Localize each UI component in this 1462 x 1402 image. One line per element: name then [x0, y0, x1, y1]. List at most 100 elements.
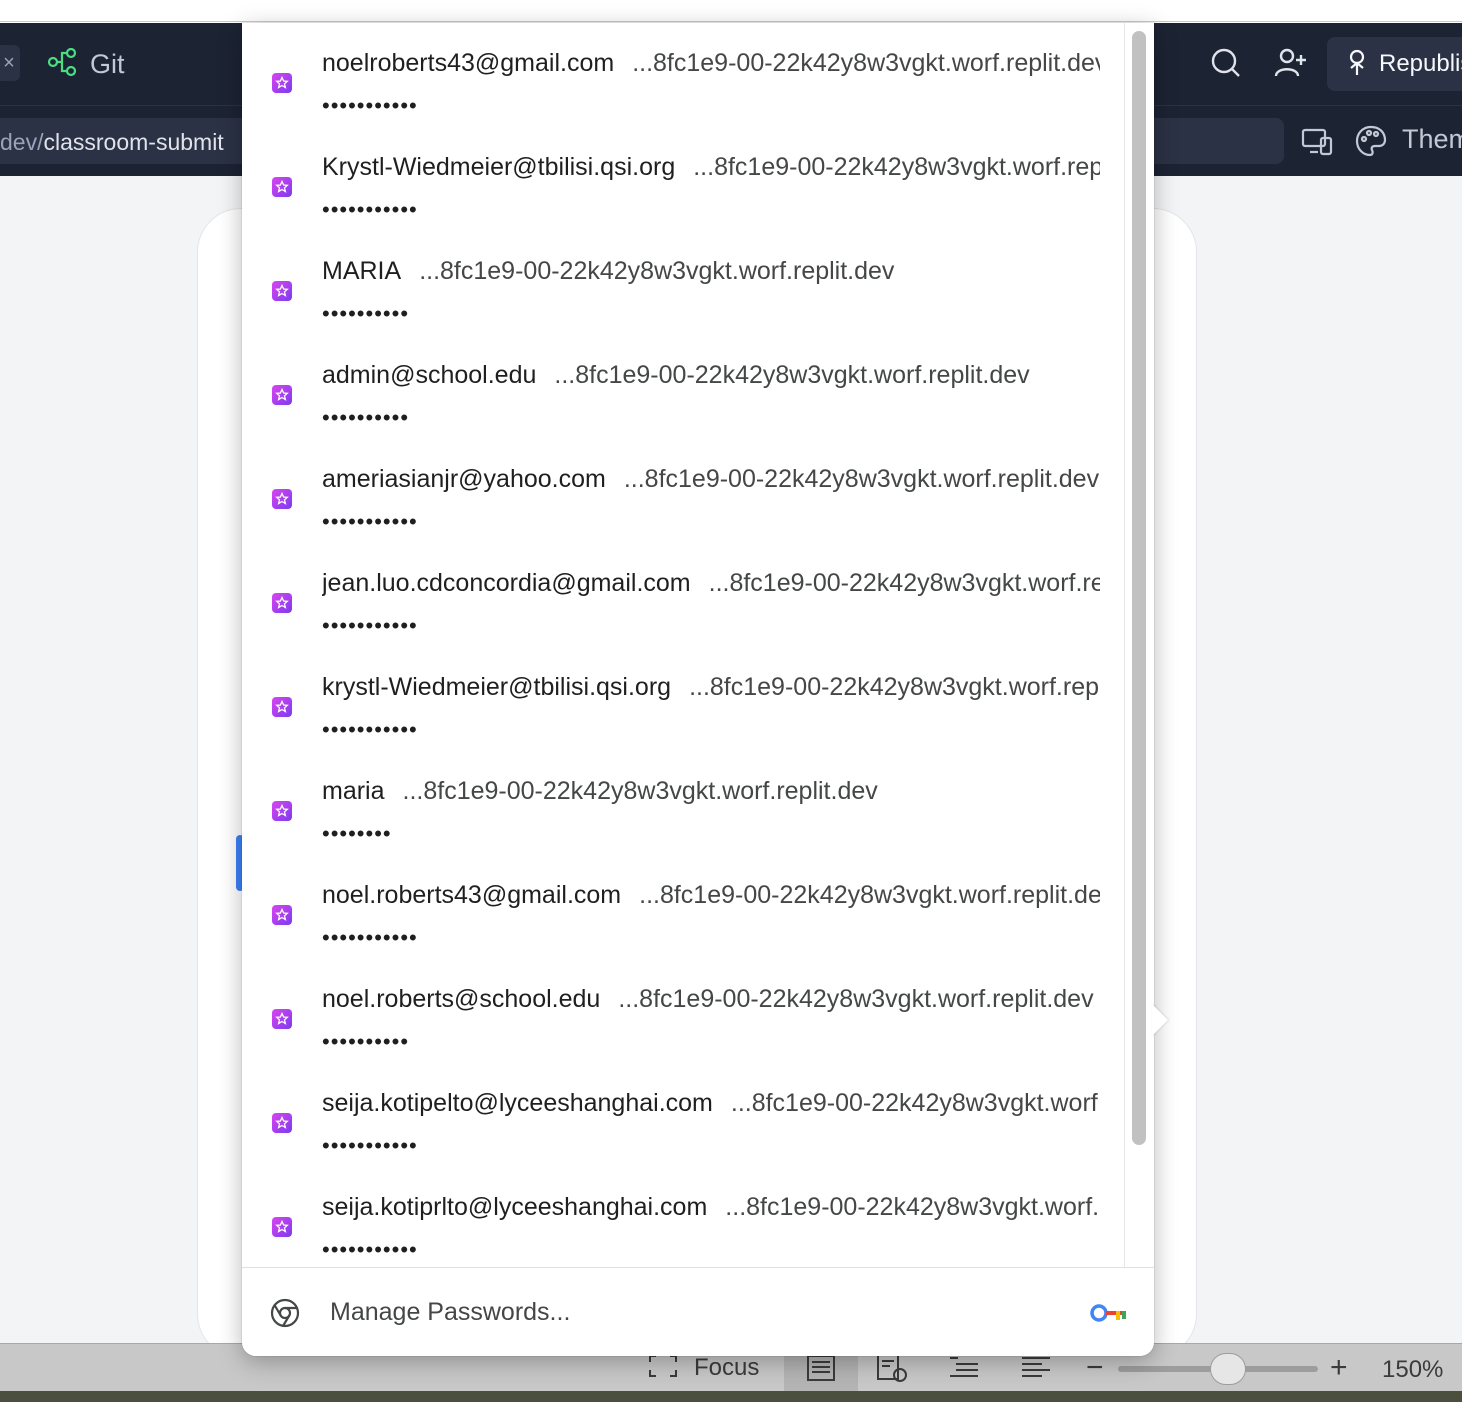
zoom-slider-thumb[interactable] — [1210, 1353, 1246, 1385]
saved-password-entry[interactable]: noelroberts43@gmail.com ...8fc1e9-00-22k4… — [242, 23, 1124, 127]
entry-password-mask: •••••••••• — [322, 405, 410, 430]
saved-password-entry[interactable]: maria ...8fc1e9-00-22k42y8w3vgkt.worf.rep… — [242, 751, 1124, 855]
entry-username: Krystl-Wiedmeier@tbilisi.qsi.org — [322, 153, 676, 181]
entry-username: ameriasianjr@yahoo.com — [322, 465, 606, 493]
chrome-icon — [270, 1298, 300, 1328]
entry-site: ...8fc1e9-00-22k42y8w3vgkt.worf.replit.d… — [632, 49, 1100, 77]
draft-icon[interactable] — [1020, 1352, 1052, 1384]
password-key-icon — [1090, 1302, 1130, 1324]
entry-credential-line: seija.kotiprlto@lyceeshanghai.com ...8fc1… — [322, 1191, 1100, 1223]
entry-password-mask: •••••••••• — [322, 1029, 410, 1054]
saved-password-entry[interactable]: seija.kotipelto@lyceeshanghai.com ...8fc1… — [242, 1063, 1124, 1167]
republish-icon — [1345, 48, 1369, 81]
manage-passwords-row[interactable]: Manage Passwords... — [242, 1267, 1154, 1356]
entry-password-mask: ••••••••••• — [322, 93, 418, 118]
top-window-strip — [0, 0, 1462, 22]
entry-credential-line: krystl-Wiedmeier@tbilisi.qsi.org ...8fc1e… — [322, 671, 1100, 703]
devtools-icon[interactable] — [1300, 124, 1334, 158]
entry-username: admin@school.edu — [322, 361, 537, 389]
entry-site: ...8fc1e9-00-22k42y8w3vgkt.worf.replit.d… — [639, 881, 1100, 909]
entry-site: ...8fc1e9-00-22k42y8w3vgkt.worf.replit.d… — [402, 777, 878, 805]
saved-password-entry[interactable]: ameriasianjr@yahoo.com ...8fc1e9-00-22k42… — [242, 439, 1124, 543]
entry-username: noelroberts43@gmail.com — [322, 49, 615, 77]
saved-password-entry[interactable]: krystl-Wiedmeier@tbilisi.qsi.org ...8fc1e… — [242, 647, 1124, 751]
git-branch-icon — [46, 46, 78, 83]
saved-password-entry[interactable]: admin@school.edu ...8fc1e9-00-22k42y8w3vg… — [242, 335, 1124, 439]
zoom-in-button[interactable]: + — [1330, 1351, 1348, 1384]
saved-password-icon — [272, 801, 292, 821]
entry-password-mask: ••••••••••• — [322, 509, 418, 534]
theme-palette-icon[interactable] — [1354, 124, 1388, 158]
saved-password-list: noelroberts43@gmail.com ...8fc1e9-00-22k4… — [242, 23, 1124, 1267]
dropdown-scrollbar-thumb[interactable] — [1132, 31, 1146, 1145]
focus-button[interactable]: Focus — [648, 1352, 759, 1384]
saved-password-entry[interactable]: MARIA ...8fc1e9-00-22k42y8w3vgkt.worf.rep… — [242, 231, 1124, 335]
entry-credential-line: jean.luo.cdconcordia@gmail.com ...8fc1e9-… — [322, 567, 1100, 599]
entry-site: ...8fc1e9-00-22k42y8w3vgkt.worf.replit.d… — [693, 153, 1100, 181]
entry-password-mask: ••••••••••• — [322, 925, 418, 950]
entry-credential-line: noel.roberts43@gmail.com ...8fc1e9-00-22k… — [322, 879, 1100, 911]
web-layout-icon[interactable] — [876, 1352, 908, 1384]
entry-username: maria — [322, 777, 385, 805]
entry-credential-line: MARIA ...8fc1e9-00-22k42y8w3vgkt.worf.rep… — [322, 255, 1100, 287]
republish-button[interactable]: Republish — [1327, 37, 1462, 91]
git-tab-label: Git — [90, 48, 125, 79]
entry-password-mask: ••••••••••• — [322, 197, 418, 222]
entry-site: ...8fc1e9-00-22k42y8w3vgkt.worf.replit.d… — [708, 569, 1100, 597]
saved-password-entry[interactable]: seija.kotiprlto@lyceeshanghai.com ...8fc1… — [242, 1167, 1124, 1267]
entry-credential-line: ameriasianjr@yahoo.com ...8fc1e9-00-22k42… — [322, 463, 1100, 495]
entry-password-mask: •••••••• — [322, 821, 392, 846]
entry-password-mask: ••••••••••• — [322, 1133, 418, 1158]
saved-password-entry[interactable]: Krystl-Wiedmeier@tbilisi.qsi.org ...8fc1e… — [242, 127, 1124, 231]
entry-password-mask: ••••••••••• — [322, 1237, 418, 1262]
entry-username: jean.luo.cdconcordia@gmail.com — [322, 569, 691, 597]
saved-password-icon — [272, 1113, 292, 1133]
search-icon[interactable] — [1208, 45, 1244, 81]
entry-site: ...8fc1e9-00-22k42y8w3vgkt.worf.replit.d… — [554, 361, 1030, 389]
saved-password-icon — [272, 593, 292, 613]
zoom-level-label[interactable]: 150% — [1382, 1356, 1443, 1384]
theme-button-label[interactable]: Theme — [1402, 124, 1462, 155]
entry-password-mask: •••••••••• — [322, 301, 410, 326]
outline-icon[interactable] — [948, 1352, 980, 1384]
entry-site: ...8fc1e9-00-22k42y8w3vgkt.worf.replit.d… — [618, 985, 1094, 1013]
saved-password-icon — [272, 73, 292, 93]
entry-username: seija.kotipelto@lyceeshanghai.com — [322, 1089, 713, 1117]
entry-site: ...8fc1e9-00-22k42y8w3vgkt.worf.replit.d… — [419, 257, 895, 285]
saved-password-entry[interactable]: jean.luo.cdconcordia@gmail.com ...8fc1e9-… — [242, 543, 1124, 647]
saved-password-icon — [272, 1217, 292, 1237]
saved-password-icon — [272, 697, 292, 717]
saved-password-icon — [272, 177, 292, 197]
entry-credential-line: admin@school.edu ...8fc1e9-00-22k42y8w3vg… — [322, 359, 1100, 391]
saved-password-dropdown: noelroberts43@gmail.com ...8fc1e9-00-22k4… — [242, 23, 1154, 1356]
saved-password-entry[interactable]: noel.roberts@school.edu ...8fc1e9-00-22k4… — [242, 959, 1124, 1063]
entry-site: ...8fc1e9-00-22k42y8w3vgkt.worf.replit.d… — [689, 673, 1100, 701]
manage-passwords-label: Manage Passwords... — [330, 1298, 571, 1326]
entry-credential-line: maria ...8fc1e9-00-22k42y8w3vgkt.worf.rep… — [322, 775, 1100, 807]
saved-password-icon — [272, 905, 292, 925]
zoom-out-button[interactable]: − — [1086, 1351, 1104, 1384]
invite-user-icon[interactable] — [1272, 45, 1308, 81]
saved-password-icon — [272, 489, 292, 509]
saved-password-entry[interactable]: noel.roberts43@gmail.com ...8fc1e9-00-22k… — [242, 855, 1124, 959]
saved-password-icon — [272, 385, 292, 405]
url-text: dev/classroom-submit — [0, 129, 224, 155]
entry-username: MARIA — [322, 257, 402, 285]
entry-credential-line: noelroberts43@gmail.com ...8fc1e9-00-22k4… — [322, 47, 1100, 79]
close-tab-button[interactable]: × — [0, 45, 20, 81]
git-tab[interactable]: Git — [30, 39, 141, 89]
entry-credential-line: seija.kotipelto@lyceeshanghai.com ...8fc1… — [322, 1087, 1100, 1119]
entry-username: noel.roberts@school.edu — [322, 985, 601, 1013]
saved-password-icon — [272, 281, 292, 301]
entry-password-mask: ••••••••••• — [322, 613, 418, 638]
entry-username: noel.roberts43@gmail.com — [322, 881, 622, 909]
entry-site: ...8fc1e9-00-22k42y8w3vgkt.worf.replit.d… — [623, 465, 1100, 493]
entry-username: krystl-Wiedmeier@tbilisi.qsi.org — [322, 673, 672, 701]
entry-password-mask: ••••••••••• — [322, 717, 418, 742]
republish-label: Republish — [1379, 50, 1462, 77]
entry-credential-line: Krystl-Wiedmeier@tbilisi.qsi.org ...8fc1e… — [322, 151, 1100, 183]
entry-credential-line: noel.roberts@school.edu ...8fc1e9-00-22k4… — [322, 983, 1100, 1015]
dropdown-caret — [1152, 1004, 1168, 1036]
entry-site: ...8fc1e9-00-22k42y8w3vgkt.worf.replit.d… — [730, 1089, 1100, 1117]
focus-icon — [648, 1354, 678, 1383]
